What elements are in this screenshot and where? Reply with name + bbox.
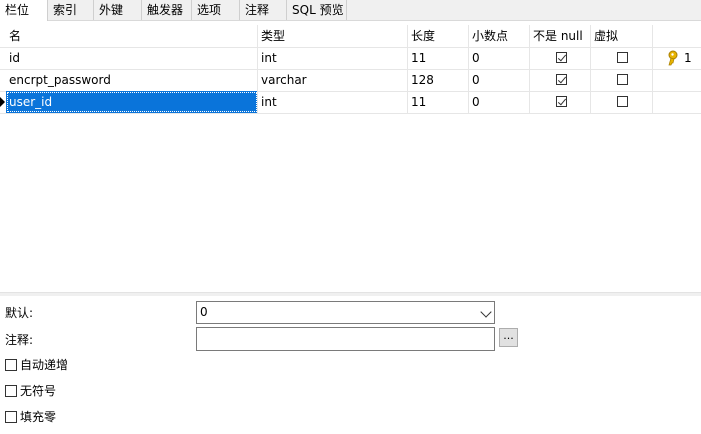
field-decimals-cell[interactable]: 0 bbox=[469, 69, 530, 91]
column-header-decimals[interactable]: 小数点 bbox=[469, 25, 530, 47]
tab-triggers[interactable]: 触发器 bbox=[142, 0, 192, 20]
current-row-indicator-icon bbox=[0, 97, 5, 107]
zerofill-label: 填充零 bbox=[20, 410, 57, 424]
virtual-cell bbox=[591, 47, 653, 69]
table-row[interactable]: user_id int 11 0 bbox=[0, 91, 701, 114]
default-value: 0 bbox=[200, 305, 208, 319]
not-null-cell bbox=[530, 91, 591, 113]
tab-comment[interactable]: 注释 bbox=[240, 0, 287, 20]
auto-increment-checkbox[interactable] bbox=[5, 359, 17, 371]
field-type-cell[interactable]: varchar bbox=[258, 69, 408, 91]
unsigned-label: 无符号 bbox=[20, 384, 57, 398]
comment-field[interactable] bbox=[196, 327, 495, 351]
field-length-cell[interactable]: 128 bbox=[408, 69, 469, 91]
not-null-cell bbox=[530, 47, 591, 69]
tab-foreign-keys[interactable]: 外键 bbox=[94, 0, 142, 20]
comment-more-button[interactable]: ... bbox=[499, 328, 518, 347]
virtual-checkbox[interactable] bbox=[617, 74, 628, 85]
table-row[interactable]: id int 11 0 1 bbox=[0, 47, 701, 70]
column-header-type[interactable]: 类型 bbox=[258, 25, 408, 47]
column-header-length[interactable]: 长度 bbox=[408, 25, 469, 47]
tab-fields[interactable]: 栏位 bbox=[0, 0, 48, 21]
column-header-not-null[interactable]: 不是 null bbox=[530, 25, 591, 47]
virtual-checkbox[interactable] bbox=[617, 52, 628, 63]
field-decimals-cell[interactable]: 0 bbox=[469, 91, 530, 113]
primary-key-order: 1 bbox=[684, 51, 692, 65]
fields-grid: 名 类型 长度 小数点 不是 null 虚拟 id int 11 0 1 enc… bbox=[0, 25, 701, 291]
chevron-down-icon[interactable] bbox=[480, 306, 492, 318]
field-type-cell[interactable]: int bbox=[258, 47, 408, 69]
panel-divider[interactable] bbox=[0, 292, 701, 296]
auto-increment-label: 自动递增 bbox=[20, 358, 69, 372]
column-header-name[interactable]: 名 bbox=[6, 25, 258, 47]
not-null-checkbox[interactable] bbox=[556, 52, 567, 63]
virtual-checkbox[interactable] bbox=[617, 96, 628, 107]
default-value-select[interactable]: 0 bbox=[196, 301, 495, 324]
not-null-cell bbox=[530, 69, 591, 91]
virtual-cell bbox=[591, 69, 653, 91]
tab-indexes[interactable]: 索引 bbox=[48, 0, 94, 20]
default-label: 默认: bbox=[5, 306, 34, 320]
grid-header: 名 类型 长度 小数点 不是 null 虚拟 bbox=[0, 25, 701, 48]
tab-options[interactable]: 选项 bbox=[192, 0, 240, 20]
zerofill-checkbox[interactable] bbox=[5, 411, 17, 423]
field-length-cell[interactable]: 11 bbox=[408, 91, 469, 113]
field-decimals-cell[interactable]: 0 bbox=[469, 47, 530, 69]
comment-label: 注释: bbox=[5, 333, 34, 347]
field-name-cell[interactable]: user_id bbox=[6, 91, 258, 113]
tab-bar: 栏位 索引 外键 触发器 选项 注释 SQL 预览 bbox=[0, 0, 701, 21]
field-length-cell[interactable]: 11 bbox=[408, 47, 469, 69]
table-row[interactable]: encrpt_password varchar 128 0 bbox=[0, 69, 701, 92]
tab-sql-preview[interactable]: SQL 预览 bbox=[287, 0, 347, 20]
not-null-checkbox[interactable] bbox=[556, 74, 567, 85]
field-name-cell[interactable]: id bbox=[6, 47, 258, 69]
column-header-virtual[interactable]: 虚拟 bbox=[591, 25, 653, 47]
unsigned-checkbox[interactable] bbox=[5, 385, 17, 397]
not-null-checkbox[interactable] bbox=[556, 96, 567, 107]
field-type-cell[interactable]: int bbox=[258, 91, 408, 113]
field-name-cell[interactable]: encrpt_password bbox=[6, 69, 258, 91]
virtual-cell bbox=[591, 91, 653, 113]
